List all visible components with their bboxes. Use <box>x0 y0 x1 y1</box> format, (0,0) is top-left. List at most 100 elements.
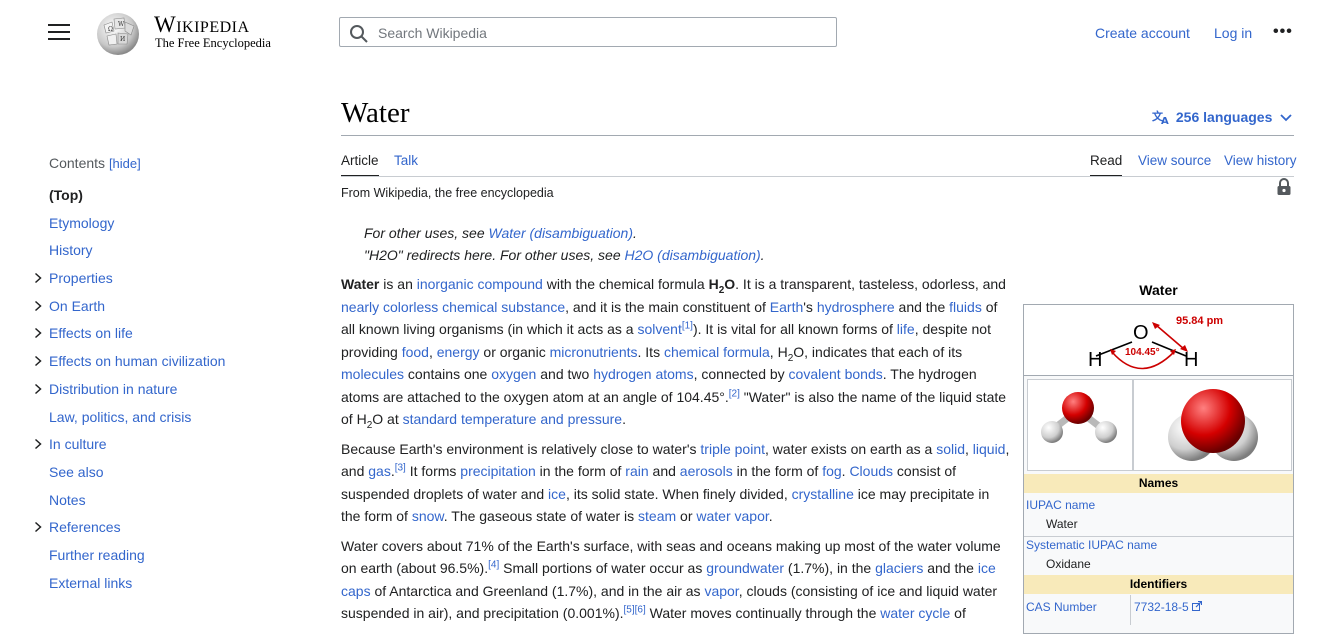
toc-hide-button[interactable]: [hide] <box>109 156 141 171</box>
toc-item-label[interactable]: Law, politics, and crisis <box>49 409 191 425</box>
toc-item-label[interactable]: History <box>49 242 93 258</box>
toc-item[interactable]: On Earth <box>34 296 294 324</box>
toc-item-label[interactable]: See also <box>49 464 103 480</box>
article-link[interactable]: glaciers <box>875 560 923 576</box>
article-link[interactable]: nearly colorless chemical substance <box>341 299 565 315</box>
toc-item[interactable]: Further reading <box>34 545 294 573</box>
article-link[interactable]: Earth <box>770 299 803 315</box>
login-link[interactable]: Log in <box>1214 25 1252 41</box>
toc-item-label[interactable]: Etymology <box>49 215 114 231</box>
toc-item-label[interactable]: (Top) <box>49 187 83 203</box>
article-link[interactable]: fog <box>822 463 841 479</box>
toc-item[interactable]: Effects on life <box>34 323 294 351</box>
article-link[interactable]: oxygen <box>491 366 536 382</box>
toc-item-label[interactable]: Effects on life <box>49 325 133 341</box>
article-link[interactable]: rain <box>625 463 648 479</box>
toc-item-label[interactable]: Further reading <box>49 547 145 563</box>
tab-view-history[interactable]: View history <box>1224 153 1297 168</box>
article-link[interactable]: food <box>402 344 429 360</box>
hatnote-link-h2o-disambiguation[interactable]: H2O (disambiguation) <box>625 247 761 263</box>
tab-read[interactable]: Read <box>1090 153 1123 177</box>
chevron-right-icon[interactable] <box>34 355 42 367</box>
article-link[interactable]: life <box>897 321 915 337</box>
article-link[interactable]: molecules <box>341 366 404 382</box>
article-link[interactable]: snow <box>412 508 444 524</box>
reference-link[interactable]: [4] <box>488 559 499 570</box>
article-link[interactable]: crystalline <box>792 486 854 502</box>
article-link[interactable]: solid <box>936 441 965 457</box>
cas-number-label[interactable]: CAS Number <box>1026 600 1097 614</box>
space-filling-model-image[interactable] <box>1133 379 1292 471</box>
article-link[interactable]: ice <box>548 486 566 502</box>
toc-item-label[interactable]: External links <box>49 575 132 591</box>
article-link[interactable]: Clouds <box>849 463 893 479</box>
toc-item-label[interactable]: On Earth <box>49 298 105 314</box>
article-link[interactable]: precipitation <box>460 463 536 479</box>
search-input[interactable] <box>376 18 830 48</box>
chevron-right-icon[interactable] <box>34 327 42 339</box>
article-link[interactable]: water vapor <box>696 508 768 524</box>
tab-view-source[interactable]: View source <box>1138 153 1211 168</box>
toc-item[interactable]: History <box>34 240 294 268</box>
article-link[interactable]: inorganic compound <box>417 276 543 292</box>
wikipedia-globe-logo[interactable]: Ω W И <box>94 9 144 57</box>
chevron-right-icon[interactable] <box>34 521 42 533</box>
toc-item-label[interactable]: In culture <box>49 436 107 452</box>
toc-item[interactable]: (Top) <box>34 185 294 213</box>
toc-item-label[interactable]: Notes <box>49 492 86 508</box>
reference-link[interactable]: [3] <box>395 462 406 473</box>
toc-item-label[interactable]: Distribution in nature <box>49 381 177 397</box>
toc-item-label[interactable]: Effects on human civilization <box>49 353 225 369</box>
article-link[interactable]: liquid <box>973 441 1006 457</box>
language-button[interactable]: 文 A 256 languages <box>1152 109 1292 127</box>
article-link[interactable]: gas <box>368 463 391 479</box>
hatnote-link-water-disambiguation[interactable]: Water (disambiguation) <box>489 225 633 241</box>
article-link[interactable]: covalent bonds <box>789 366 883 382</box>
lock-icon[interactable] <box>1276 178 1292 196</box>
wikipedia-wordmark[interactable]: Wikipedia <box>154 12 250 38</box>
iupac-name-label[interactable]: IUPAC name <box>1026 498 1095 512</box>
article-link[interactable]: solvent <box>637 321 681 337</box>
article-link[interactable]: standard temperature and pressure <box>403 411 622 427</box>
reference-link[interactable]: [2] <box>729 388 740 399</box>
reference-link[interactable]: [1] <box>682 320 693 331</box>
ball-and-stick-model-image[interactable] <box>1027 379 1133 471</box>
toc-item[interactable]: Effects on human civilization <box>34 351 294 379</box>
article-link[interactable]: fluids <box>949 299 982 315</box>
article-link[interactable]: triple point <box>700 441 765 457</box>
search-box[interactable] <box>339 17 837 48</box>
article-link[interactable]: groundwater <box>706 560 784 576</box>
article-link[interactable]: hydrogen atoms <box>593 366 693 382</box>
toc-item[interactable]: See also <box>34 462 294 490</box>
toc-item[interactable]: Etymology <box>34 213 294 241</box>
more-options-icon[interactable]: ••• <box>1273 23 1293 41</box>
toc-item-label[interactable]: Properties <box>49 270 113 286</box>
toc-item[interactable]: In culture <box>34 434 294 462</box>
article-link[interactable]: chemical formula <box>664 344 770 360</box>
article-link[interactable]: vapor <box>704 583 738 599</box>
article-link[interactable]: hydrosphere <box>817 299 895 315</box>
systematic-name-label[interactable]: Systematic IUPAC name <box>1026 538 1157 552</box>
toc-item[interactable]: Notes <box>34 490 294 518</box>
chevron-right-icon[interactable] <box>34 438 42 450</box>
cas-number-link[interactable]: 7732-18-5 <box>1134 600 1189 614</box>
create-account-link[interactable]: Create account <box>1095 25 1190 41</box>
article-link[interactable]: energy <box>437 344 480 360</box>
article-link[interactable]: steam <box>638 508 676 524</box>
reference-link[interactable]: [5][6] <box>624 604 646 615</box>
tab-talk[interactable]: Talk <box>394 153 418 168</box>
chevron-right-icon[interactable] <box>34 300 42 312</box>
toc-item[interactable]: Distribution in nature <box>34 379 294 407</box>
toc-item-label[interactable]: References <box>49 519 121 535</box>
tab-article[interactable]: Article <box>341 153 379 177</box>
cas-number-value[interactable]: 7732-18-5 <box>1134 600 1203 614</box>
chevron-right-icon[interactable] <box>34 272 42 284</box>
molecule-diagram[interactable]: O H H 104.45° 95.84 pm <box>1024 305 1293 376</box>
toc-item[interactable]: External links <box>34 573 294 601</box>
article-link[interactable]: micronutrients <box>550 344 638 360</box>
article-link[interactable]: aerosols <box>680 463 733 479</box>
chevron-right-icon[interactable] <box>34 383 42 395</box>
toc-item[interactable]: Properties <box>34 268 294 296</box>
toc-item[interactable]: References <box>34 517 294 545</box>
toc-item[interactable]: Law, politics, and crisis <box>34 407 294 435</box>
